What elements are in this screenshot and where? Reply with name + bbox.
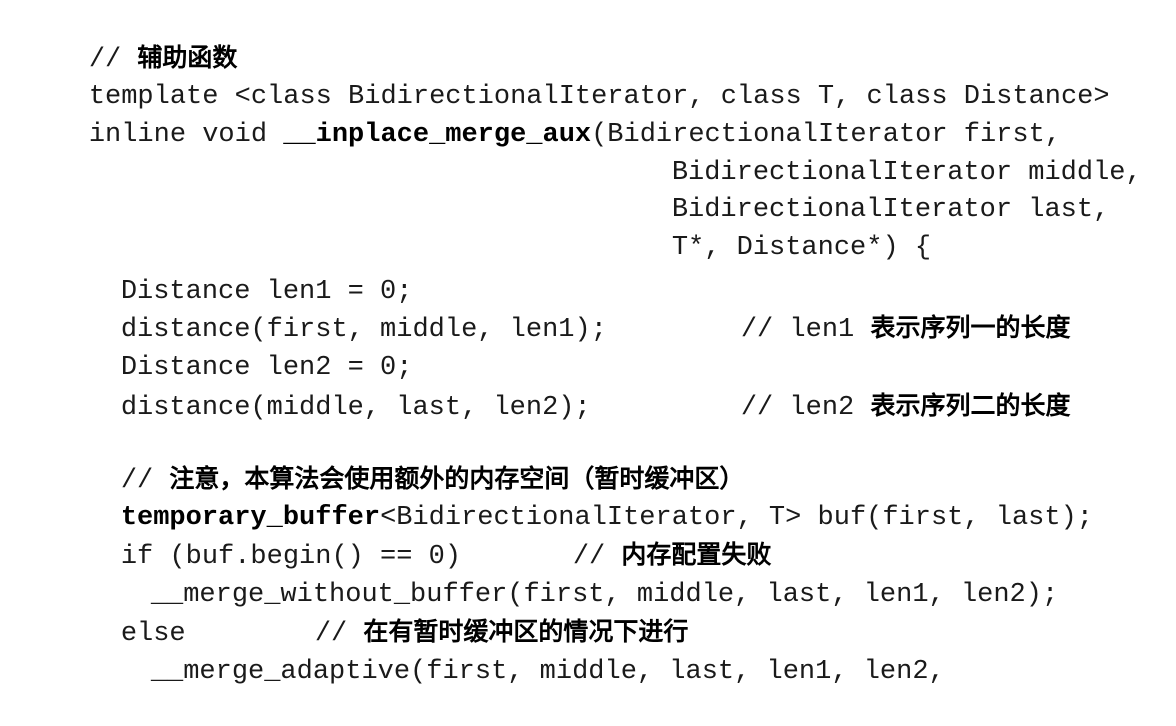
code-line-16: __merge_adaptive(first, middle, last, le… [86,618,945,726]
comment-prefix: // len1 [740,315,871,345]
function-return-type: inline void [88,120,284,150]
statement: distance(middle, last, len2); [120,393,591,423]
comment-text: 表示序列二的长度 [870,391,1071,420]
code-listing: // 辅助函数 template <class BidirectionalIte… [0,0,1176,687]
comment-text: 表示序列一的长度 [870,313,1071,342]
comment-prefix: // len2 [740,393,871,423]
statement: __merge_adaptive(first, middle, last, le… [150,657,945,687]
function-name: __inplace_merge_aux [283,120,592,150]
param-types: T*, Distance*) { [671,233,932,263]
